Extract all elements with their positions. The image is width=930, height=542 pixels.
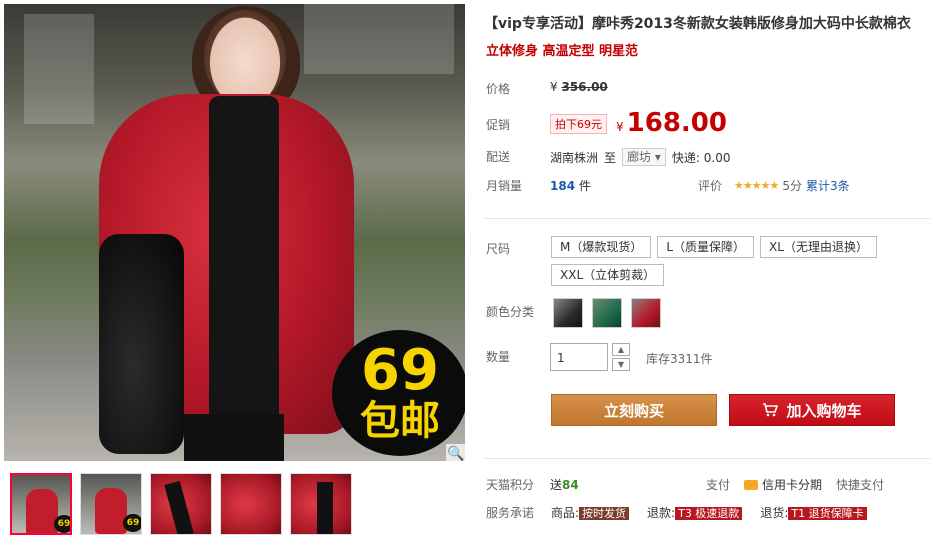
refund-label: 退款:	[647, 506, 676, 520]
background-window	[304, 4, 454, 74]
payment-label: 支付	[706, 478, 731, 492]
model-face	[204, 10, 286, 105]
thumbnail-5[interactable]	[290, 473, 352, 535]
quick-pay[interactable]: 快捷支付	[836, 476, 884, 493]
thumb-coat	[95, 488, 127, 534]
promo-currency: ¥	[616, 120, 624, 134]
destination-value: 廊坊	[627, 150, 652, 164]
ship-to-word: 至	[604, 150, 617, 165]
shipping-label: 配送	[486, 150, 511, 164]
credit-label: 信用卡分期	[762, 478, 823, 492]
original-price-value: 356.00	[561, 80, 608, 94]
size-options: M（爆款现货） L（质量保障） XL（无理由退换） XXL（立体剪裁）	[551, 236, 891, 286]
color-label: 颜色分类	[486, 305, 535, 319]
promo-price-value: 168.00	[626, 108, 727, 138]
express-fee: 快递: 0.00	[671, 150, 731, 165]
size-label: 尺码	[486, 242, 511, 256]
size-option-xxl[interactable]: XXL（立体剪裁）	[551, 264, 665, 286]
price-label: 价格	[486, 82, 511, 96]
quantity-decrease-icon[interactable]: ▼	[612, 358, 630, 371]
cart-icon	[763, 403, 779, 417]
refund-promise[interactable]: 退款: T3 极速退款	[647, 504, 743, 521]
thumbnail-4[interactable]	[220, 473, 282, 535]
rating-label: 评价	[698, 179, 723, 193]
product-gallery: 69 包邮 🔍 69 69	[0, 0, 470, 542]
stock-count: 库存3311件	[646, 352, 713, 366]
promo-tag: 拍下69元	[550, 114, 607, 134]
main-product-image[interactable]: 69 包邮 🔍	[4, 4, 465, 461]
sales-label: 月销量	[486, 179, 523, 193]
quantity-label: 数量	[486, 350, 511, 364]
product-subtitle: 立体修身 高温定型 明星范	[486, 44, 639, 59]
handbag	[99, 234, 184, 454]
thumb-detail	[164, 480, 194, 534]
credit-card-icon	[744, 479, 759, 490]
color-swatch-red[interactable]	[631, 298, 661, 328]
goods-label: 商品:	[551, 506, 580, 520]
return-promise[interactable]: 退货: T1 退货保障卡	[760, 504, 867, 521]
thumb-badge: 69	[54, 515, 70, 533]
thumb-coat	[26, 489, 58, 533]
sales-unit: 件	[578, 179, 591, 193]
payment-options: 支付 信用卡分期 快捷支付	[706, 476, 884, 493]
review-total-link[interactable]: 累计3条	[806, 177, 850, 194]
return-tag: T1 退货保障卡	[788, 507, 867, 520]
add-to-cart-button[interactable]: 加入购物车	[729, 394, 895, 426]
points-label: 天猫积分	[486, 478, 535, 492]
thumb-badge: 69	[123, 514, 141, 532]
credit-installment[interactable]: 信用卡分期	[744, 476, 822, 493]
rating-info: 评价 ★★★★★ 5分 累计3条	[698, 177, 850, 194]
sales-count: 184	[550, 179, 576, 193]
model-legs	[184, 414, 284, 461]
size-option-l[interactable]: L（质量保障）	[657, 236, 755, 258]
size-option-m[interactable]: M（爆款现货）	[551, 236, 652, 258]
free-shipping-badge: 69 包邮	[332, 330, 465, 456]
points-prefix: 送	[550, 478, 563, 492]
color-swatch-green[interactable]	[592, 298, 622, 328]
size-option-xl[interactable]: XL（无理由退换）	[760, 236, 877, 258]
points-info: 送84	[550, 476, 579, 493]
coat-inner	[209, 96, 279, 436]
badge-number: 69	[361, 338, 439, 403]
quantity-input[interactable]: 1	[550, 343, 608, 371]
refund-tag: T3 极速退款	[675, 507, 743, 520]
background-window	[24, 14, 94, 124]
thumbnail-2[interactable]: 69	[80, 473, 142, 535]
product-title: 【vip专享活动】摩咔秀2013冬新款女装韩版修身加大码中长款棉衣	[484, 16, 911, 32]
original-price: ¥ 356.00	[550, 80, 608, 94]
monthly-sales: 184 件	[550, 177, 591, 194]
goods-promise[interactable]: 商品: 按时发货	[551, 504, 630, 521]
return-label: 退货:	[760, 506, 789, 520]
thumb-detail	[317, 482, 333, 534]
thumbnail-1[interactable]: 69	[10, 473, 72, 535]
points-value: 84	[562, 478, 579, 492]
divider	[484, 458, 930, 459]
rating-score: 5分	[782, 179, 802, 193]
quantity-increase-icon[interactable]: ▲	[612, 343, 630, 356]
destination-select[interactable]: 廊坊 ▾	[622, 148, 666, 166]
thumbnail-3[interactable]	[150, 473, 212, 535]
cart-button-label: 加入购物车	[786, 401, 862, 420]
color-swatch-black[interactable]	[553, 298, 583, 328]
chevron-down-icon: ▾	[654, 150, 661, 164]
thumbnail-strip: 69 69	[10, 473, 352, 535]
divider	[484, 218, 930, 219]
star-rating-icon: ★★★★★	[734, 179, 779, 192]
goods-tag: 按时发货	[579, 507, 630, 520]
promo-price: ¥168.00	[616, 108, 727, 138]
badge-text: 包邮	[360, 398, 440, 444]
service-label: 服务承诺	[486, 506, 535, 520]
service-promises: 商品: 按时发货 退款: T3 极速退款 退货: T1 退货保障卡	[551, 504, 867, 521]
shipping-info: 湖南株洲 至 廊坊 ▾ 快递: 0.00	[550, 148, 730, 166]
zoom-icon[interactable]: 🔍	[446, 444, 465, 461]
color-options	[553, 298, 661, 328]
buy-now-button[interactable]: 立刻购买	[551, 394, 717, 426]
ship-from: 湖南株洲	[550, 150, 599, 165]
price-currency: ¥	[550, 80, 558, 94]
promo-label: 促销	[486, 118, 511, 132]
